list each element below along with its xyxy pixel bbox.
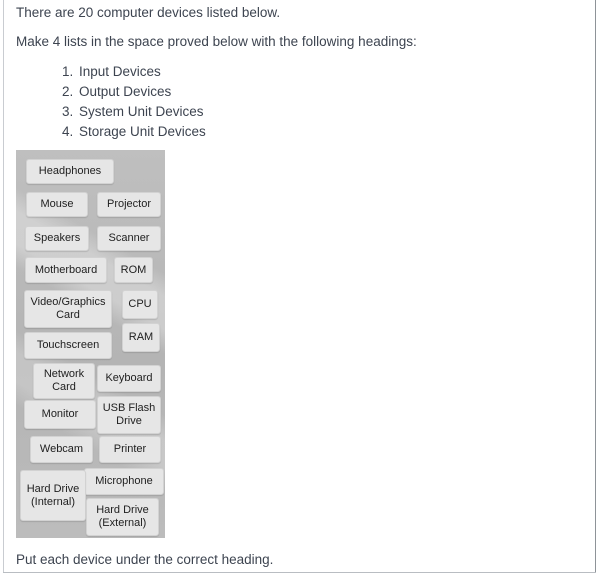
device-tile[interactable]: Motherboard	[25, 257, 107, 283]
device-tile[interactable]: Webcam	[30, 436, 93, 463]
device-tile[interactable]: Monitor	[24, 400, 96, 429]
page-border-bottom	[3, 572, 596, 573]
device-tile[interactable]: USB Flash Drive	[97, 396, 161, 434]
footer-instruction: Put each device under the correct headin…	[16, 552, 274, 567]
device-tile[interactable]: Printer	[99, 436, 161, 463]
device-tile[interactable]: Video/Graphics Card	[24, 290, 112, 328]
page-border-left	[3, 0, 4, 573]
device-tile[interactable]: Mouse	[26, 192, 88, 217]
device-tile[interactable]: Keyboard	[97, 365, 161, 392]
heading-list-item: Output Devices	[77, 82, 206, 102]
page-border-right	[595, 0, 596, 573]
device-tile[interactable]: Hard Drive (External)	[86, 498, 159, 536]
instruction-line-1: There are 20 computer devices listed bel…	[16, 5, 281, 20]
device-tile[interactable]: Microphone	[84, 468, 164, 495]
device-tile[interactable]: Speakers	[25, 226, 89, 251]
device-tile[interactable]: CPU	[122, 290, 158, 319]
headings-list: Input DevicesOutput DevicesSystem Unit D…	[55, 62, 206, 142]
device-tile[interactable]: Projector	[97, 192, 161, 217]
device-tile[interactable]: Hard Drive (Internal)	[20, 470, 86, 521]
device-tile[interactable]: Scanner	[97, 226, 161, 251]
device-tile-panel: Headphones Mouse Projector Speakers Scanner M…	[16, 150, 165, 538]
instruction-line-2: Make 4 lists in the space proved below w…	[16, 34, 417, 49]
device-tile[interactable]: Headphones	[26, 159, 114, 184]
device-tile[interactable]: RAM	[122, 323, 160, 352]
heading-list-item: System Unit Devices	[77, 102, 206, 122]
device-tile[interactable]: ROM	[114, 257, 153, 283]
heading-list-item: Storage Unit Devices	[77, 122, 206, 142]
device-tile[interactable]: Network Card	[33, 363, 95, 399]
heading-list-item: Input Devices	[77, 62, 206, 82]
device-tile[interactable]: Touchscreen	[24, 332, 112, 359]
activity-page: There are 20 computer devices listed bel…	[0, 0, 606, 578]
